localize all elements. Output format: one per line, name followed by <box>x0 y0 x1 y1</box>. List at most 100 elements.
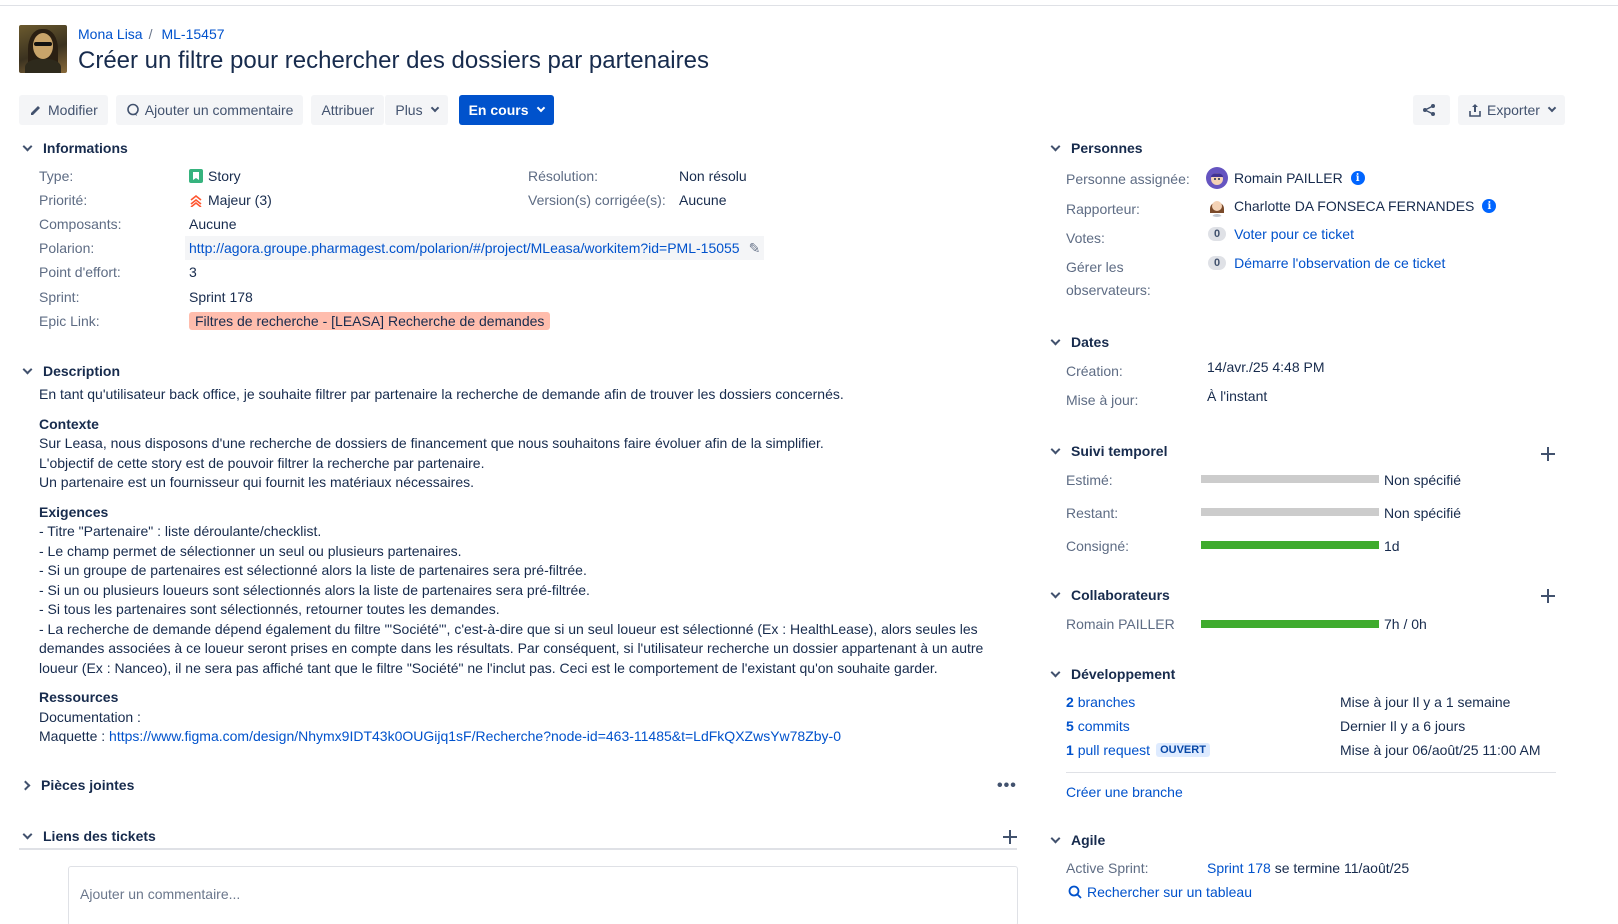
export-button[interactable]: Exporter <box>1458 95 1565 125</box>
votes-value: 0 Voter pour ce ticket <box>1208 226 1354 242</box>
section-issue-links-toggle[interactable]: Liens des tickets <box>21 828 156 844</box>
add-link-icon[interactable] <box>1003 830 1017 844</box>
reporter-link[interactable]: Charlotte DA FONSECA FERNANDES <box>1234 198 1474 214</box>
sprint-link[interactable]: Sprint 178 <box>1207 860 1271 876</box>
requirement-line: - Le champ permet de sélectionner un seu… <box>39 542 462 559</box>
context-line: Sur Leasa, nous disposons d'une recherch… <box>39 435 824 451</box>
breadcrumb-project-link[interactable]: Mona Lisa <box>78 26 143 42</box>
collaborator-name: Romain PAILLER <box>1066 616 1175 632</box>
figma-link[interactable]: https://www.figma.com/design/Nhymx9IDT43… <box>109 728 841 744</box>
votes-label: Votes: <box>1066 230 1105 246</box>
logged-bar <box>1201 541 1379 549</box>
context-line: Un partenaire est un fournisseur qui fou… <box>39 474 474 490</box>
breadcrumb-issue-link[interactable]: ML-15457 <box>161 26 224 42</box>
info-icon[interactable]: i <box>1482 199 1497 213</box>
section-dates-toggle[interactable]: Dates <box>1049 334 1109 350</box>
breadcrumb: Mona Lisa / ML-15457 <box>78 26 225 42</box>
story-icon <box>189 169 203 183</box>
reporter-label: Rapporteur: <box>1066 201 1140 217</box>
chevron-down-icon <box>1050 833 1061 843</box>
project-avatar[interactable] <box>19 25 67 73</box>
reporter-value: Charlotte DA FONSECA FERNANDES i <box>1206 195 1497 217</box>
estimated-bar <box>1201 475 1379 483</box>
requirement-line: - Si tous les partenaires sont sélection… <box>39 601 500 617</box>
priority-value: Majeur (3) <box>189 192 272 208</box>
created-value: 14/avr./25 4:48 PM <box>1207 359 1325 375</box>
effort-value: 3 <box>189 264 197 280</box>
chevron-down-icon <box>1050 667 1061 677</box>
logged-value: 1d <box>1384 538 1400 554</box>
created-label: Création: <box>1066 363 1123 379</box>
share-button[interactable] <box>1413 95 1450 125</box>
polarion-link[interactable]: http://agora.groupe.pharmagest.com/polar… <box>189 240 740 256</box>
context-heading: Contexte <box>39 415 99 432</box>
watch-link[interactable]: Démarre l'observation de ce ticket <box>1234 255 1445 271</box>
chevron-down-icon <box>1050 141 1061 151</box>
logged-label: Consigné: <box>1066 538 1130 554</box>
resolution-label: Résolution: <box>528 168 599 184</box>
section-development-toggle[interactable]: Développement <box>1049 666 1175 682</box>
documentation-label: Documentation : <box>39 708 141 725</box>
page-title: Créer un filtre pour rechercher des doss… <box>78 47 709 74</box>
chevron-down-icon <box>430 103 439 113</box>
remaining-value: Non spécifié <box>1384 505 1462 521</box>
collaborator-value: 7h / 0h <box>1384 616 1427 632</box>
section-details-toggle[interactable]: Informations <box>21 140 128 156</box>
divider <box>19 848 1017 850</box>
board-search-link[interactable]: Rechercher sur un tableau <box>1068 884 1252 900</box>
chevron-down-icon <box>1050 335 1061 345</box>
requirement-line: - Titre "Partenaire" : liste déroulante/… <box>39 523 322 539</box>
status-button[interactable]: En cours <box>458 95 554 125</box>
search-icon <box>1068 885 1082 899</box>
epic-link-label: Epic Link: <box>39 313 100 329</box>
chevron-down-icon <box>1050 588 1061 598</box>
active-sprint-value: Sprint 178 se termine 11/août/25 <box>1207 860 1410 876</box>
chevron-down-icon <box>22 829 33 839</box>
chevron-down-icon <box>22 364 33 374</box>
edit-button[interactable]: Modifier <box>19 95 108 125</box>
vote-link[interactable]: Voter pour ce ticket <box>1234 226 1354 242</box>
assignee-link[interactable]: Romain PAILLER <box>1234 170 1343 186</box>
info-icon[interactable]: i <box>1350 171 1365 185</box>
comment-icon <box>126 103 139 116</box>
effort-label: Point d'effort: <box>39 264 121 280</box>
description-body: En tant qu'utilisateur back office, je s… <box>39 385 999 747</box>
log-work-icon[interactable] <box>1541 447 1555 461</box>
polarion-field[interactable]: http://agora.groupe.pharmagest.com/polar… <box>185 236 765 260</box>
requirement-line: - Si un ou plusieurs loueurs sont sélect… <box>39 581 590 598</box>
more-options-icon[interactable]: ••• <box>997 777 1017 795</box>
collaborator-bar <box>1201 620 1379 628</box>
updated-value: À l'instant <box>1207 388 1268 404</box>
pencil-icon <box>31 106 40 115</box>
share-icon <box>1423 104 1435 116</box>
section-attachments-toggle[interactable]: Pièces jointes <box>20 777 134 793</box>
priority-major-icon <box>190 194 202 207</box>
branches-link[interactable]: 2 branches <box>1066 694 1135 710</box>
resources-heading: Ressources <box>39 689 119 705</box>
remaining-label: Restant: <box>1066 505 1119 521</box>
watchers-value: 0 Démarre l'observation de ce ticket <box>1208 255 1445 271</box>
chevron-down-icon <box>1547 103 1557 113</box>
pencil-icon[interactable]: ✎ <box>749 240 761 257</box>
export-icon <box>1469 104 1481 117</box>
fix-version-label: Version(s) corrigée(s): <box>528 192 666 208</box>
section-collaborators-toggle[interactable]: Collaborateurs <box>1049 587 1170 603</box>
section-description-toggle[interactable]: Description <box>21 363 120 379</box>
section-time-tracking-toggle[interactable]: Suivi temporel <box>1049 443 1167 459</box>
requirement-line: - La recherche de demande dépend égaleme… <box>39 620 984 676</box>
more-button[interactable]: Plus <box>384 95 448 125</box>
comment-input[interactable]: Ajouter un commentaire... <box>68 866 1018 924</box>
assign-button[interactable]: Attribuer <box>311 95 385 125</box>
active-sprint-label: Active Sprint: <box>1066 860 1149 876</box>
section-people-toggle[interactable]: Personnes <box>1049 140 1143 156</box>
epic-link-lozenge[interactable]: Filtres de recherche - [LEASA] Recherche… <box>189 312 551 330</box>
updated-label: Mise à jour: <box>1066 392 1139 408</box>
polarion-label: Polarion: <box>39 240 95 256</box>
pull-request-link[interactable]: 1 pull request OUVERT <box>1066 742 1210 758</box>
add-collaborator-icon[interactable] <box>1541 589 1555 603</box>
add-comment-button[interactable]: Ajouter un commentaire <box>115 95 304 125</box>
watchers-label: observateurs: <box>1066 282 1151 298</box>
commits-link[interactable]: 5 commits <box>1066 718 1130 734</box>
section-agile-toggle[interactable]: Agile <box>1049 832 1105 848</box>
create-branch-link[interactable]: Créer une branche <box>1066 784 1183 800</box>
